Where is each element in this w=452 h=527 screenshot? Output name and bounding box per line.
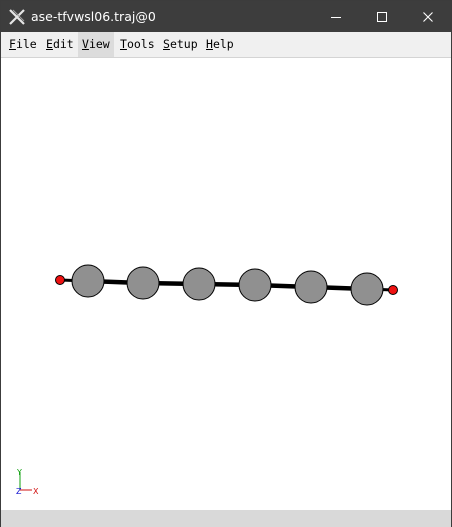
atom-o[interactable] bbox=[55, 275, 65, 285]
y-axis-label: Y bbox=[16, 468, 22, 477]
window-title: ase-tfvwsl06.traj@0 bbox=[31, 9, 156, 24]
title-bar[interactable]: ase-tfvwsl06.traj@0 bbox=[1, 1, 451, 32]
menu-view-label: iew bbox=[88, 37, 110, 51]
menu-setup-label: etup bbox=[169, 37, 198, 51]
menu-file[interactable]: File bbox=[5, 32, 41, 57]
atom-o[interactable] bbox=[388, 285, 398, 295]
menu-edit-mnemonic: E bbox=[46, 37, 53, 51]
minimize-icon bbox=[331, 16, 341, 18]
ase-gui-window: ase-tfvwsl06.traj@0 File Edit View Tools… bbox=[0, 0, 452, 527]
structure-view-canvas[interactable]: Y X Z bbox=[1, 58, 451, 510]
menu-setup[interactable]: Setup bbox=[159, 32, 202, 57]
atom-c[interactable] bbox=[126, 266, 160, 300]
molecule-drawing[interactable]: Y X Z bbox=[1, 58, 451, 510]
z-axis-label: Z bbox=[16, 487, 22, 496]
atom-c[interactable] bbox=[238, 268, 272, 302]
maximize-button[interactable] bbox=[359, 1, 405, 32]
menu-bar: File Edit View Tools Setup Help bbox=[1, 32, 451, 58]
menu-tools-mnemonic: T bbox=[120, 37, 127, 51]
menu-help-label: elp bbox=[212, 37, 234, 51]
menu-view-mnemonic: V bbox=[82, 37, 89, 51]
menu-edit-label: dit bbox=[52, 37, 74, 51]
menu-help-mnemonic: H bbox=[206, 37, 213, 51]
x-axis-label: X bbox=[33, 487, 39, 496]
atom-c[interactable] bbox=[182, 267, 216, 301]
atom-c[interactable] bbox=[350, 272, 384, 306]
menu-tools[interactable]: Tools bbox=[116, 32, 159, 57]
atom-c[interactable] bbox=[71, 264, 105, 298]
minimize-button[interactable] bbox=[313, 1, 359, 32]
menu-view[interactable]: View bbox=[78, 32, 114, 57]
menu-setup-mnemonic: S bbox=[163, 37, 170, 51]
menu-edit[interactable]: Edit bbox=[42, 32, 78, 57]
atom-c[interactable] bbox=[294, 270, 328, 304]
close-button[interactable] bbox=[405, 1, 451, 32]
status-bar bbox=[1, 510, 451, 527]
maximize-icon bbox=[377, 11, 387, 22]
x11-app-icon bbox=[9, 9, 25, 25]
axes-indicator: Y X Z bbox=[16, 468, 39, 496]
menu-tools-label: ools bbox=[126, 37, 155, 51]
menu-file-label: ile bbox=[15, 37, 37, 51]
menu-file-mnemonic: F bbox=[9, 37, 16, 51]
bonds-layer bbox=[59, 278, 394, 292]
menu-help[interactable]: Help bbox=[202, 32, 238, 57]
close-icon bbox=[423, 11, 433, 22]
